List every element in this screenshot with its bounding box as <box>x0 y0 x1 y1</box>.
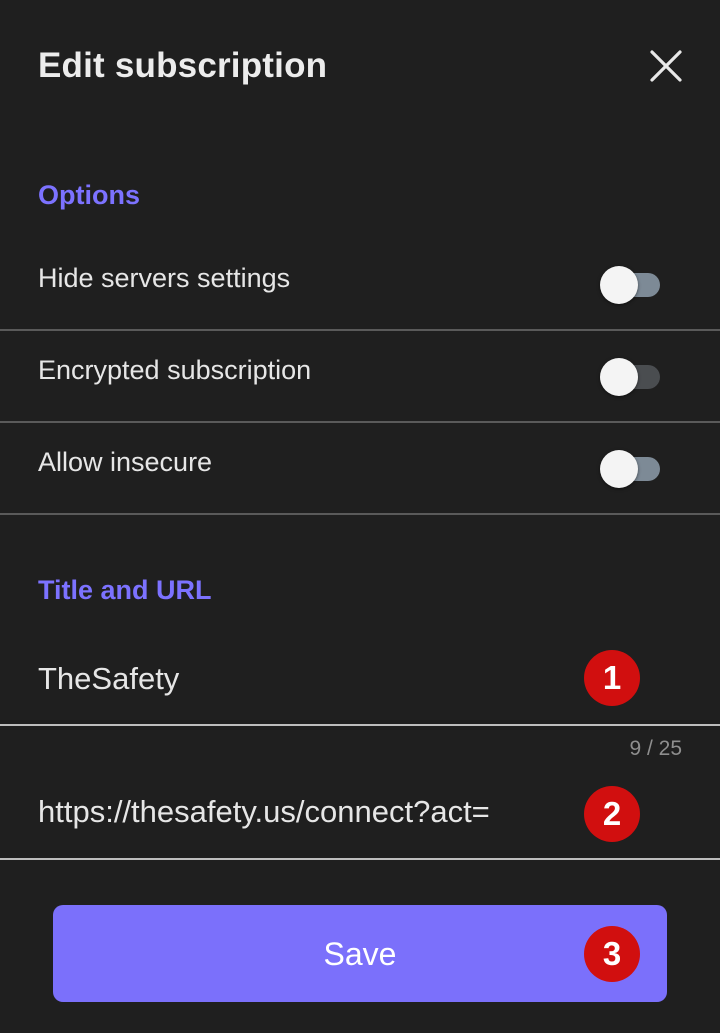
annotation-badge-1: 1 <box>584 650 640 706</box>
toggle-thumb <box>600 358 638 396</box>
annotation-badge-3: 3 <box>584 926 640 982</box>
option-row-hide-servers-settings[interactable]: Hide servers settings <box>0 239 720 331</box>
option-label: Hide servers settings <box>38 263 291 293</box>
title-url-section-title: Title and URL <box>38 575 212 605</box>
toggle-thumb <box>600 450 638 488</box>
dialog-title: Edit subscription <box>38 46 328 85</box>
option-row-encrypted-subscription[interactable]: Encrypted subscription <box>0 331 720 423</box>
title-char-counter: 9 / 25 <box>629 737 682 760</box>
hide-servers-settings-toggle[interactable] <box>600 265 662 305</box>
annotation-badge-2: 2 <box>584 786 640 842</box>
close-button[interactable] <box>640 40 692 92</box>
title-input-value: TheSafety <box>38 661 180 696</box>
option-row-allow-insecure[interactable]: Allow insecure <box>0 423 720 515</box>
save-button[interactable]: Save <box>53 905 667 1002</box>
close-icon <box>650 50 682 82</box>
toggle-thumb <box>600 266 638 304</box>
allow-insecure-toggle[interactable] <box>600 449 662 489</box>
options-section-title: Options <box>38 180 140 210</box>
url-input-value: https://thesafety.us/connect?act= <box>38 794 490 829</box>
option-label: Encrypted subscription <box>38 355 312 385</box>
save-button-label: Save <box>323 936 397 972</box>
option-label: Allow insecure <box>38 447 213 477</box>
encrypted-subscription-toggle[interactable] <box>600 357 662 397</box>
